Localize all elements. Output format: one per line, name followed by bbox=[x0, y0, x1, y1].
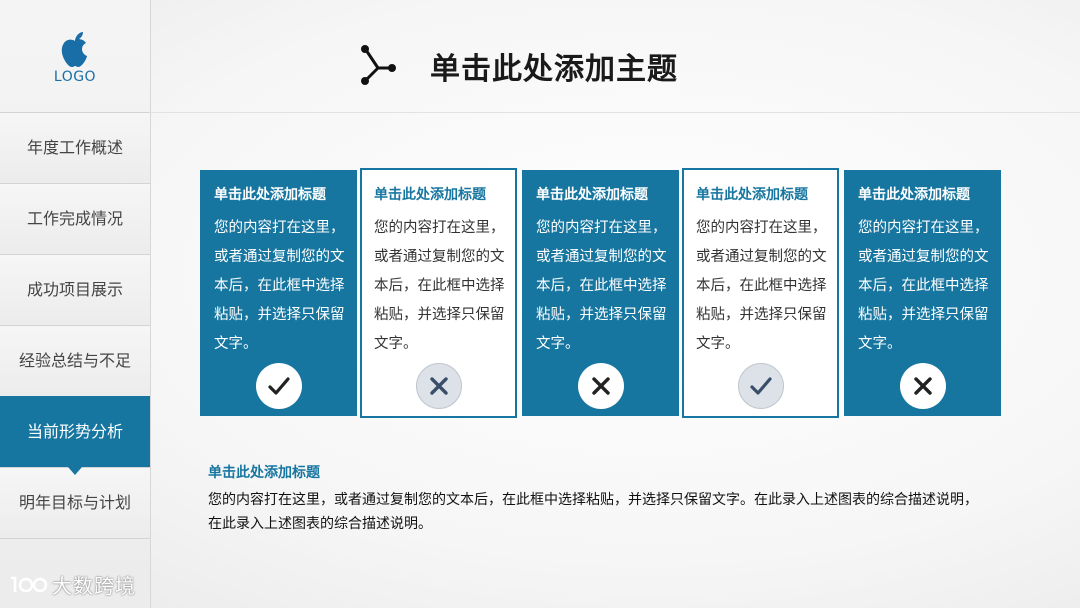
card-body[interactable]: 您的内容打在这里，或者通过复制您的文本后，在此框中选择粘贴，并选择只保留文字。 bbox=[536, 214, 671, 359]
sidebar-nav: 年度工作概述 工作完成情况 成功项目展示 经验总结与不足 当前形势分析 明年目标… bbox=[0, 112, 150, 539]
cross-icon bbox=[578, 363, 624, 409]
card-title[interactable]: 单击此处添加标题 bbox=[858, 184, 993, 204]
card-title[interactable]: 单击此处添加标题 bbox=[374, 184, 507, 204]
card[interactable]: 单击此处添加标题 您的内容打在这里，或者通过复制您的文本后，在此框中选择粘贴，并… bbox=[200, 170, 357, 416]
sidebar: LOGO 年度工作概述 工作完成情况 成功项目展示 经验总结与不足 当前形势分析… bbox=[0, 0, 151, 608]
cards-row: 单击此处添加标题 您的内容打在这里，或者通过复制您的文本后，在此框中选择粘贴，并… bbox=[200, 168, 1001, 418]
watermark: 大数跨境 bbox=[8, 570, 136, 599]
description-body[interactable]: 您的内容打在这里，或者通过复制您的文本后，在此框中选择粘贴，并选择只保留文字。在… bbox=[208, 488, 988, 536]
card-body[interactable]: 您的内容打在这里，或者通过复制您的文本后，在此框中选择粘贴，并选择只保留文字。 bbox=[696, 214, 829, 359]
logo: LOGO bbox=[0, 28, 150, 85]
card[interactable]: 单击此处添加标题 您的内容打在这里，或者通过复制您的文本后，在此框中选择粘贴，并… bbox=[360, 168, 517, 418]
sidebar-item-next-year-plan[interactable]: 明年目标与计划 bbox=[0, 467, 150, 539]
card[interactable]: 单击此处添加标题 您的内容打在这里，或者通过复制您的文本后，在此框中选择粘贴，并… bbox=[682, 168, 839, 418]
sidebar-item-work-completion[interactable]: 工作完成情况 bbox=[0, 183, 150, 254]
check-icon bbox=[256, 363, 302, 409]
description-title[interactable]: 单击此处添加标题 bbox=[208, 462, 320, 482]
sidebar-item-situation-analysis[interactable]: 当前形势分析 bbox=[0, 396, 150, 475]
sidebar-item-project-showcase[interactable]: 成功项目展示 bbox=[0, 254, 150, 325]
sidebar-item-annual-overview[interactable]: 年度工作概述 bbox=[0, 112, 150, 183]
card-title[interactable]: 单击此处添加标题 bbox=[214, 184, 349, 204]
watermark-text: 大数跨境 bbox=[52, 574, 136, 598]
apple-logo-icon bbox=[61, 32, 87, 67]
card-body[interactable]: 您的内容打在这里，或者通过复制您的文本后，在此框中选择粘贴，并选择只保留文字。 bbox=[374, 214, 507, 359]
watermark-logo-icon bbox=[11, 576, 48, 592]
card-body[interactable]: 您的内容打在这里，或者通过复制您的文本后，在此框中选择粘贴，并选择只保留文字。 bbox=[858, 214, 993, 359]
check-icon bbox=[738, 363, 784, 409]
card[interactable]: 单击此处添加标题 您的内容打在这里，或者通过复制您的文本后，在此框中选择粘贴，并… bbox=[844, 170, 1001, 416]
share-node-icon bbox=[361, 45, 396, 85]
cross-icon bbox=[416, 363, 462, 409]
sidebar-item-experience-summary[interactable]: 经验总结与不足 bbox=[0, 325, 150, 396]
card-title[interactable]: 单击此处添加标题 bbox=[536, 184, 671, 204]
header: 单击此处添加主题 bbox=[150, 0, 1080, 113]
cross-icon bbox=[900, 363, 946, 409]
card-body[interactable]: 您的内容打在这里，或者通过复制您的文本后，在此框中选择粘贴，并选择只保留文字。 bbox=[214, 214, 349, 359]
card-title[interactable]: 单击此处添加标题 bbox=[696, 184, 829, 204]
card[interactable]: 单击此处添加标题 您的内容打在这里，或者通过复制您的文本后，在此框中选择粘贴，并… bbox=[522, 170, 679, 416]
logo-text: LOGO bbox=[53, 69, 97, 85]
page-title[interactable]: 单击此处添加主题 bbox=[430, 44, 678, 88]
